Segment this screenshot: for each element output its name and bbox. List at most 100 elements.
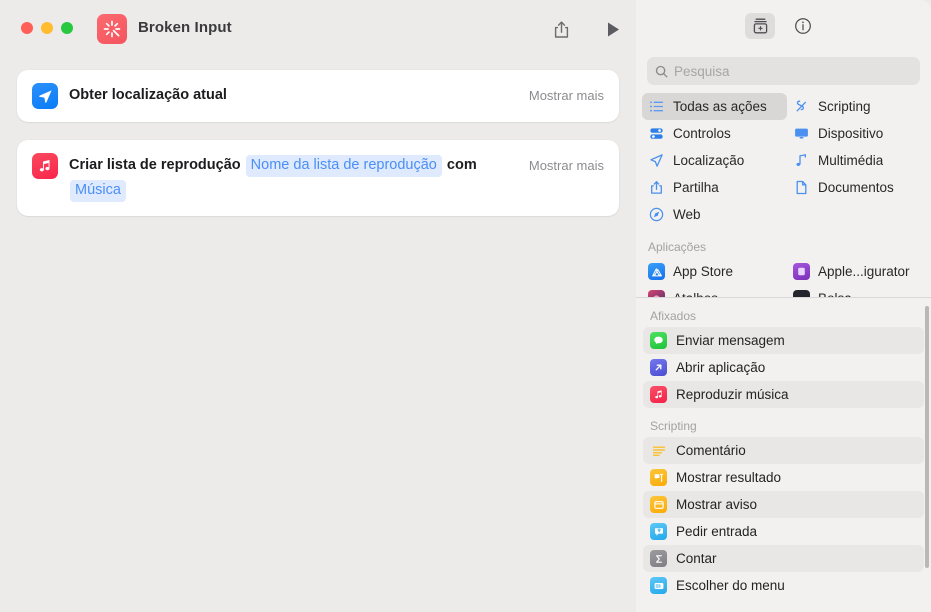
action-label: Pedir entrada — [676, 524, 758, 539]
display-icon — [793, 125, 810, 142]
show-alert-icon — [650, 496, 667, 513]
count-sigma-icon — [650, 550, 667, 567]
action-item-reproduzir-musica[interactable]: Reproduzir música — [643, 381, 924, 408]
category-label: Scripting — [818, 99, 871, 114]
action-library-icon[interactable] — [745, 13, 775, 39]
stocks-icon — [793, 290, 810, 297]
scripting-section-header: Scripting — [650, 419, 697, 433]
category-label: Localização — [673, 153, 745, 168]
category-item-documentos[interactable]: Documentos — [787, 174, 931, 201]
shortcut-editor-pane: Broken Input Obter localização atual Mos… — [0, 0, 636, 612]
show-result-icon — [650, 469, 667, 486]
app-item-app-store[interactable]: App Store — [642, 258, 787, 285]
music-note-icon — [32, 153, 58, 179]
scripting-icon — [793, 98, 810, 115]
shortcuts-icon — [648, 290, 665, 297]
action-label: Mostrar resultado — [676, 470, 782, 485]
category-item-partilha[interactable]: Partilha — [642, 174, 787, 201]
action-label: Enviar mensagem — [676, 333, 785, 348]
info-icon[interactable] — [788, 13, 818, 39]
search-field[interactable] — [647, 57, 920, 85]
list-bullet-icon — [648, 98, 665, 115]
category-item-todas-as-acoes[interactable]: Todas as ações — [642, 93, 787, 120]
action-library-pane: Todas as ações Scripting — [636, 0, 931, 612]
actions-list: Obter localização atual Mostrar mais Cri… — [0, 58, 636, 612]
pinned-and-scripting-region: Afixados Enviar mensagem Abrir aplicação… — [636, 298, 931, 612]
action-item-comentario[interactable]: Comentário — [643, 437, 924, 464]
apps-grid: App Store Apple...igurator Atalhos — [636, 258, 931, 297]
action-description: Criar lista de reprodução Nome da lista … — [69, 153, 529, 203]
action-text-segment: Criar lista de reprodução — [69, 157, 241, 173]
choose-menu-icon — [650, 577, 667, 594]
action-label: Abrir aplicação — [676, 360, 766, 375]
share-button[interactable] — [548, 16, 574, 42]
category-grid: Todas as ações Scripting Controlos Dispo… — [636, 93, 931, 228]
category-item-localizacao[interactable]: Localização — [642, 147, 787, 174]
apple-configurator-icon — [793, 263, 810, 280]
app-label: Apple...igurator — [818, 264, 910, 279]
action-label: Mostrar aviso — [676, 497, 758, 512]
messages-icon — [650, 332, 667, 349]
app-item-atalhos[interactable]: Atalhos — [642, 285, 787, 297]
category-item-multimedia[interactable]: Multimédia — [787, 147, 931, 174]
action-label: Escolher do menu — [676, 578, 785, 593]
app-store-icon — [648, 263, 665, 280]
category-label: Documentos — [818, 180, 894, 195]
document-icon — [793, 179, 810, 196]
search-icon — [655, 65, 668, 78]
app-item-bolsa[interactable]: Bolsa — [787, 285, 931, 297]
action-text-segment: com — [446, 157, 477, 173]
action-item-pedir-entrada[interactable]: Pedir entrada — [643, 518, 924, 545]
category-item-web[interactable]: Web — [642, 201, 787, 228]
music-icon — [793, 152, 810, 169]
variable-token[interactable]: Música — [70, 180, 126, 202]
shortcuts-app-icon — [97, 14, 127, 44]
category-item-controlos[interactable]: Controlos — [642, 120, 787, 147]
action-item-escolher-do-menu[interactable]: Escolher do menu — [643, 572, 924, 599]
action-card[interactable]: Obter localização atual Mostrar mais — [17, 70, 619, 122]
action-item-mostrar-resultado[interactable]: Mostrar resultado — [643, 464, 924, 491]
close-button[interactable] — [21, 22, 33, 34]
comment-icon — [650, 442, 667, 459]
action-item-abrir-aplicacao[interactable]: Abrir aplicação — [643, 354, 924, 381]
action-item-mostrar-aviso[interactable]: Mostrar aviso — [643, 491, 924, 518]
action-text-segment: Obter localização atual — [69, 87, 227, 103]
category-label: Multimédia — [818, 153, 884, 168]
location-icon — [648, 152, 665, 169]
action-label: Contar — [676, 551, 717, 566]
page-title: Broken Input — [138, 19, 232, 36]
ask-input-icon — [650, 523, 667, 540]
library-scrollbar[interactable] — [925, 306, 929, 568]
variable-token[interactable]: Nome da lista de reprodução — [245, 155, 442, 177]
category-item-dispositivo[interactable]: Dispositivo — [787, 120, 931, 147]
music-icon — [650, 386, 667, 403]
category-label: Todas as ações — [673, 99, 767, 114]
category-label: Dispositivo — [818, 126, 884, 141]
action-card[interactable]: Criar lista de reprodução Nome da lista … — [17, 140, 619, 216]
safari-icon — [648, 206, 665, 223]
app-label: App Store — [673, 264, 734, 279]
apps-section-header: Aplicações — [648, 240, 707, 254]
action-label: Reproduzir música — [676, 387, 789, 402]
category-item-scripting[interactable]: Scripting — [787, 93, 931, 120]
window-titlebar: Broken Input — [0, 0, 636, 58]
controls-icon — [648, 125, 665, 142]
search-input[interactable] — [674, 63, 912, 79]
pinned-section-header: Afixados — [650, 309, 697, 323]
action-description: Obter localização atual — [69, 83, 529, 108]
action-item-enviar-mensagem[interactable]: Enviar mensagem — [643, 327, 924, 354]
maximize-button[interactable] — [61, 22, 73, 34]
show-more-button[interactable]: Mostrar mais — [529, 153, 604, 178]
location-arrow-icon — [32, 83, 58, 109]
minimize-button[interactable] — [41, 22, 53, 34]
share-icon — [648, 179, 665, 196]
action-label: Comentário — [676, 443, 746, 458]
category-label: Web — [673, 207, 701, 222]
shortcuts-window: Broken Input Obter localização atual Mos… — [0, 0, 931, 612]
app-item-apple-configurator[interactable]: Apple...igurator — [787, 258, 931, 285]
library-toolbar — [636, 0, 931, 52]
show-more-button[interactable]: Mostrar mais — [529, 83, 604, 108]
open-app-icon — [650, 359, 667, 376]
action-item-contar[interactable]: Contar — [643, 545, 924, 572]
run-button[interactable] — [600, 16, 626, 42]
